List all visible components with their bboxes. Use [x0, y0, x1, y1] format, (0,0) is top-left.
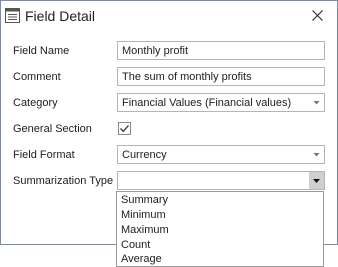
comment-input[interactable]: The sum of monthly profits — [117, 67, 325, 86]
chevron-down-icon[interactable] — [309, 94, 324, 111]
field-name-input[interactable]: Monthly profit — [117, 41, 325, 60]
option-count[interactable]: Count — [121, 239, 150, 251]
general-section-checkbox[interactable] — [118, 122, 131, 135]
field-format-value: Currency — [122, 149, 167, 161]
detail-form-icon — [5, 8, 20, 23]
chevron-down-icon[interactable] — [309, 146, 324, 163]
title-bar: Field Detail — [1, 1, 337, 31]
dialog-title: Field Detail — [25, 8, 96, 24]
checkmark-icon — [120, 125, 129, 133]
chevron-down-icon[interactable] — [309, 172, 324, 189]
option-minimum[interactable]: Minimum — [121, 209, 166, 221]
summarization-type-dropdown: Summary Minimum Maximum Count Average — [116, 191, 324, 267]
field-format-select[interactable]: Currency — [117, 145, 325, 164]
option-average[interactable]: Average — [121, 253, 162, 265]
category-select[interactable]: Financial Values (Financial values) — [117, 93, 325, 112]
option-summary[interactable]: Summary — [121, 194, 168, 206]
category-label: Category — [13, 97, 58, 109]
category-value: Financial Values (Financial values) — [122, 97, 292, 109]
field-name-label: Field Name — [13, 45, 70, 57]
summarization-type-label: Summarization Type — [13, 175, 114, 187]
comment-label: Comment — [13, 71, 61, 83]
close-icon[interactable] — [310, 8, 325, 23]
option-maximum[interactable]: Maximum — [121, 224, 169, 236]
general-section-label: General Section — [13, 123, 92, 135]
field-format-label: Field Format — [13, 149, 75, 161]
summarization-type-select[interactable] — [117, 171, 325, 190]
